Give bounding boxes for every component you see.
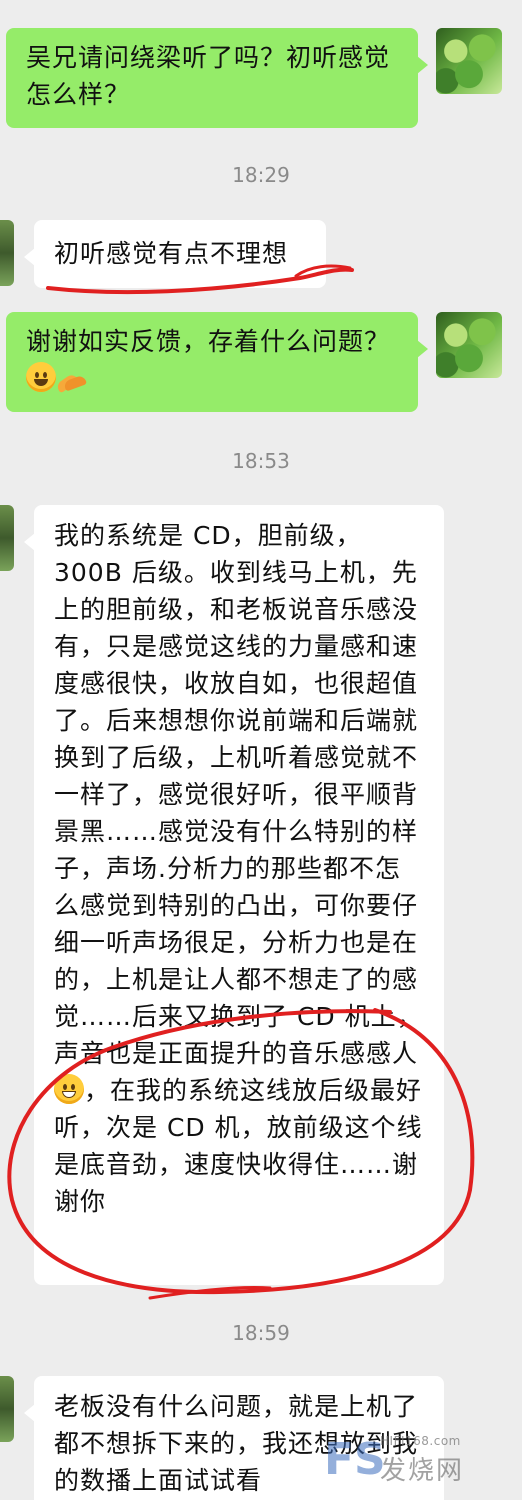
contact-avatar[interactable]	[0, 1376, 14, 1442]
message-bubble-outgoing[interactable]: 谢谢如实反馈，存着什么问题？	[6, 312, 428, 412]
message-bubble-outgoing[interactable]: 吴兄请问绕梁听了吗？初听感觉怎么样？	[6, 28, 428, 128]
timestamp: 18:29	[232, 163, 290, 187]
grin-emoji	[54, 1074, 84, 1104]
message-bubble-incoming[interactable]: 我的系统是 CD，胆前级，300B 后级。收到线马上机，先上的胆前级，和老板说音…	[24, 505, 444, 1285]
chat-window[interactable]: 吴兄请问绕梁听了吗？初听感觉怎么样？ 18:29 初听感觉有点不理想 谢谢如实反…	[0, 0, 522, 1500]
site-watermark: FS HIFI168.com 发烧网	[324, 1432, 514, 1486]
contact-avatar[interactable]	[0, 220, 14, 286]
clap-hands-emoji	[56, 362, 86, 392]
timestamp: 18:53	[232, 449, 290, 473]
smile-emoji	[26, 362, 56, 392]
message-text: 我的系统是 CD，胆前级，300B 后级。收到线马上机，先上的胆前级，和老板说音…	[54, 521, 423, 1068]
message-text: 谢谢如实反馈，存着什么问题？	[26, 327, 391, 356]
contact-avatar[interactable]	[0, 505, 14, 571]
message-text: 初听感觉有点不理想	[54, 239, 289, 268]
self-avatar[interactable]	[436, 312, 502, 378]
watermark-name: 发烧网	[380, 1456, 465, 1486]
watermark-site: HIFI168.com	[380, 1434, 461, 1448]
timestamp: 18:59	[232, 1321, 290, 1345]
message-bubble-incoming[interactable]: 初听感觉有点不理想	[24, 220, 326, 288]
message-text: 吴兄请问绕梁听了吗？初听感觉怎么样？	[26, 43, 391, 109]
self-avatar[interactable]	[436, 28, 502, 94]
watermark-logo: FS	[324, 1434, 386, 1485]
message-text: ，在我的系统这线放后级最好听，次是 CD 机，放前级这个线是底音劲，速度快收得住…	[54, 1076, 423, 1216]
